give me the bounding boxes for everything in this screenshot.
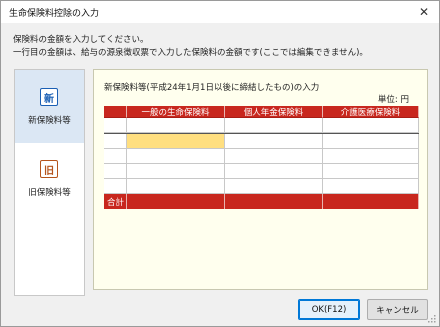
table-cell[interactable] bbox=[225, 164, 323, 179]
dialog-window: 生命保険料控除の入力 ✕ 保険料の金額を入力してください。 一行目の金額は、給与… bbox=[0, 0, 440, 327]
category-nav: 新 新保険料等 旧 旧保険料等 bbox=[14, 69, 85, 296]
table-cell[interactable] bbox=[323, 149, 419, 164]
title-bar[interactable]: 生命保険料控除の入力 ✕ bbox=[1, 1, 439, 23]
table-cell[interactable] bbox=[127, 149, 225, 164]
instruction-line-1: 保険料の金額を入力してください。 bbox=[13, 35, 149, 45]
column-header-pension: 個人年金保険料 bbox=[225, 106, 323, 118]
nav-item-new-insurance[interactable]: 新 新保険料等 bbox=[15, 70, 84, 143]
table-cell[interactable] bbox=[225, 149, 323, 164]
input-panel: 新保険料等(平成24年1月1日以後に締結したもの)の入力 単位: 円 一般の生命… bbox=[93, 69, 428, 290]
cancel-button[interactable]: キャンセル bbox=[367, 299, 428, 320]
window-title: 生命保険料控除の入力 bbox=[9, 9, 100, 19]
row-stub bbox=[104, 134, 127, 149]
close-icon: ✕ bbox=[418, 5, 430, 19]
new-insurance-icon: 新 bbox=[40, 88, 58, 106]
total-label: 合計 bbox=[104, 194, 127, 209]
total-cell-pension bbox=[225, 194, 323, 209]
table-cell bbox=[127, 118, 225, 133]
nav-item-old-insurance[interactable]: 旧 旧保険料等 bbox=[15, 143, 84, 216]
total-cell-general-life bbox=[127, 194, 225, 209]
ok-button[interactable]: OK(F12) bbox=[298, 299, 360, 320]
row-stub bbox=[104, 164, 127, 179]
table-cell[interactable] bbox=[127, 179, 225, 194]
row-stub bbox=[104, 118, 127, 133]
column-header-general-life: 一般の生命保険料 bbox=[127, 106, 225, 118]
resize-grip-icon[interactable] bbox=[426, 313, 436, 323]
table-cell[interactable] bbox=[127, 134, 225, 149]
table-cell bbox=[225, 118, 323, 133]
table-cell[interactable] bbox=[127, 164, 225, 179]
instruction-line-2: 一行目の金額は、給与の源泉徴収票で入力した保険料の金額です(ここでは編集できませ… bbox=[13, 48, 368, 58]
insurance-table: 一般の生命保険料 個人年金保険料 介護医療保険料 合計 bbox=[104, 106, 419, 282]
table-header-stub bbox=[104, 106, 127, 118]
close-button[interactable]: ✕ bbox=[413, 3, 435, 21]
column-header-medical-care: 介護医療保険料 bbox=[323, 106, 419, 118]
total-cell-medical-care bbox=[323, 194, 419, 209]
panel-heading: 新保険料等(平成24年1月1日以後に締結したもの)の入力 bbox=[104, 83, 320, 93]
table-cell[interactable] bbox=[323, 164, 419, 179]
row-stub bbox=[104, 179, 127, 194]
table-cell[interactable] bbox=[323, 179, 419, 194]
unit-label: 単位: 円 bbox=[377, 95, 409, 105]
table-cell[interactable] bbox=[225, 134, 323, 149]
table-cell[interactable] bbox=[323, 134, 419, 149]
nav-item-label: 新保険料等 bbox=[28, 116, 71, 126]
nav-item-label: 旧保険料等 bbox=[28, 188, 71, 198]
row-stub bbox=[104, 149, 127, 164]
old-insurance-icon: 旧 bbox=[40, 160, 58, 178]
table-cell[interactable] bbox=[225, 179, 323, 194]
table-cell bbox=[323, 118, 419, 133]
